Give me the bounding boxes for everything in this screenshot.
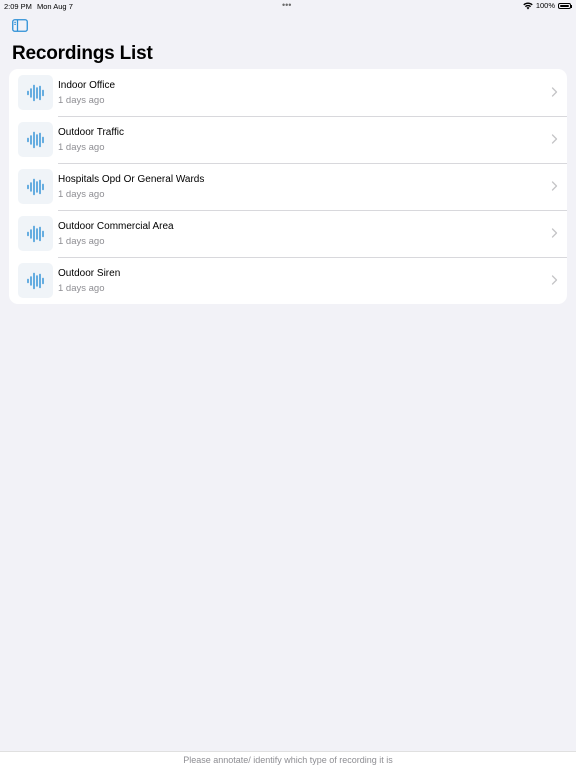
waveform-icon: [18, 169, 53, 204]
waveform-icon: [18, 122, 53, 157]
sidebar-left-icon[interactable]: [12, 19, 28, 32]
chevron-right-icon: [551, 228, 558, 238]
recording-title: Outdoor Commercial Area: [58, 221, 174, 232]
battery-percent: 100%: [535, 1, 555, 10]
status-bar: 2:09 PM Mon Aug 7 ••• 100%: [0, 0, 576, 12]
chevron-right-icon: [551, 181, 558, 191]
battery-fill: [560, 4, 569, 7]
recording-time: 1 days ago: [58, 283, 105, 294]
status-right: 100%: [523, 1, 572, 10]
battery-cap: [571, 4, 572, 8]
recording-row-5[interactable]: Outdoor Siren 1 days ago: [9, 257, 567, 304]
recording-title: Outdoor Traffic: [58, 127, 124, 138]
recording-title: Indoor Office: [58, 80, 116, 91]
status-time: 2:09 PM: [4, 2, 32, 11]
recording-row-1[interactable]: Indoor Office 1 days ago: [9, 69, 567, 116]
multitasking-dots-icon[interactable]: •••: [282, 0, 291, 10]
footer-instruction: Please annotate/ identify which type of …: [0, 751, 576, 768]
recording-title: Hospitals Opd Or General Wards: [58, 174, 205, 185]
recording-row-3[interactable]: Hospitals Opd Or General Wards 1 days ag…: [9, 163, 567, 210]
status-date: Mon Aug 7: [37, 2, 73, 11]
chevron-right-icon: [551, 275, 558, 285]
battery-icon: [558, 2, 572, 9]
recording-time: 1 days ago: [58, 189, 105, 200]
recording-row-4[interactable]: Outdoor Commercial Area 1 days ago: [9, 210, 567, 257]
waveform-icon: [18, 263, 53, 298]
chevron-right-icon: [551, 87, 558, 97]
waveform-icon: [18, 216, 53, 251]
waveform-icon: [18, 75, 53, 110]
recordings-list: Indoor Office 1 days ago Outdoor Traffic…: [9, 69, 567, 304]
recording-row-2[interactable]: Outdoor Traffic 1 days ago: [9, 116, 567, 163]
recording-time: 1 days ago: [58, 142, 105, 153]
recording-title: Outdoor Siren: [58, 268, 121, 279]
wifi-icon: [523, 2, 533, 9]
chevron-right-icon: [551, 134, 558, 144]
recording-time: 1 days ago: [58, 95, 105, 106]
screen: 2:09 PM Mon Aug 7 ••• 100% Recordings Li…: [0, 0, 576, 768]
recording-time: 1 days ago: [58, 236, 105, 247]
page-title: Recordings List: [12, 43, 153, 64]
